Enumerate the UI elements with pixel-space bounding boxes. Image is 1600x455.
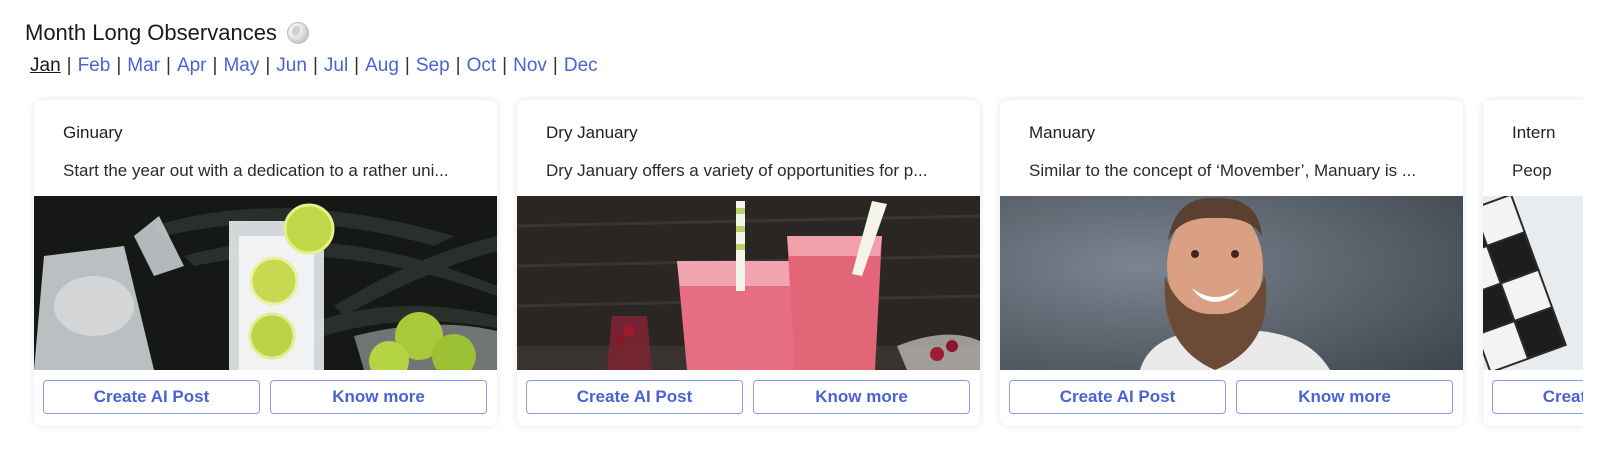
- smiling-bearded-man-photo: [1000, 196, 1463, 370]
- month-separator: |: [502, 55, 508, 76]
- month-link-oct[interactable]: Oct: [467, 55, 497, 77]
- know-more-button[interactable]: Know more: [270, 380, 487, 414]
- gin-and-tonic-with-limes-photo: [34, 196, 497, 370]
- section-title: Month Long Observances: [25, 20, 277, 45]
- month-separator: |: [312, 55, 318, 76]
- month-link-feb[interactable]: Feb: [78, 55, 111, 77]
- month-link-jul[interactable]: Jul: [324, 55, 348, 77]
- card-title: Ginuary: [63, 123, 123, 142]
- month-separator: |: [66, 55, 72, 76]
- month-separator: |: [116, 55, 122, 76]
- month-separator: |: [212, 55, 218, 76]
- month-separator: |: [552, 55, 558, 76]
- card-description: Dry January offers a variety of opportun…: [546, 161, 928, 180]
- observance-card: InternPeop Create AI PostKnow more: [1483, 100, 1583, 426]
- month-nav: Jan | Feb | Mar | Apr | May | Jun | Jul | Aug | Sep | Oct |…: [30, 55, 598, 77]
- month-link-nov[interactable]: Nov: [513, 55, 547, 77]
- observance-carousel[interactable]: Ginuary Start the year out with a dedicat…: [25, 92, 1583, 442]
- create-ai-post-button[interactable]: Create AI Post: [1009, 380, 1226, 414]
- month-link-aug[interactable]: Aug: [365, 55, 399, 77]
- month-link-jun[interactable]: Jun: [276, 55, 307, 77]
- month-link-jan[interactable]: Jan: [30, 55, 61, 77]
- card-description: Start the year out with a dedication to …: [63, 161, 449, 180]
- card-title: Dry January: [546, 123, 638, 142]
- month-link-dec[interactable]: Dec: [564, 55, 598, 77]
- month-link-apr[interactable]: Apr: [177, 55, 207, 77]
- card-description: Peop: [1512, 161, 1552, 180]
- month-separator: |: [404, 55, 410, 76]
- card-description: Similar to the concept of ‘Movember’, Ma…: [1029, 161, 1417, 180]
- know-more-button[interactable]: Know more: [753, 380, 970, 414]
- create-ai-post-button[interactable]: Create AI Post: [1492, 380, 1583, 414]
- observance-card: Ginuary Start the year out with a dedicat…: [34, 100, 497, 426]
- observance-card: Manuary Similar to the concept of ‘Movemb…: [1000, 100, 1463, 426]
- card-title: Intern: [1512, 123, 1556, 142]
- crossword-puzzle-photo: [1483, 196, 1583, 370]
- pink-smoothies-with-straws-photo: [517, 196, 980, 370]
- month-link-may[interactable]: May: [223, 55, 259, 77]
- create-ai-post-button[interactable]: Create AI Post: [43, 380, 260, 414]
- observance-card: Dry January Dry January offers a variety …: [517, 100, 980, 426]
- month-separator: |: [455, 55, 461, 76]
- month-link-mar[interactable]: Mar: [127, 55, 160, 77]
- month-separator: |: [265, 55, 271, 76]
- card-title: Manuary: [1029, 123, 1096, 142]
- month-link-sep[interactable]: Sep: [416, 55, 450, 77]
- globe-icon: [286, 22, 309, 44]
- month-separator: |: [166, 55, 171, 76]
- section-header: Month Long Observances: [25, 20, 309, 46]
- know-more-button[interactable]: Know more: [1236, 380, 1453, 414]
- create-ai-post-button[interactable]: Create AI Post: [526, 380, 743, 414]
- month-separator: |: [354, 55, 360, 76]
